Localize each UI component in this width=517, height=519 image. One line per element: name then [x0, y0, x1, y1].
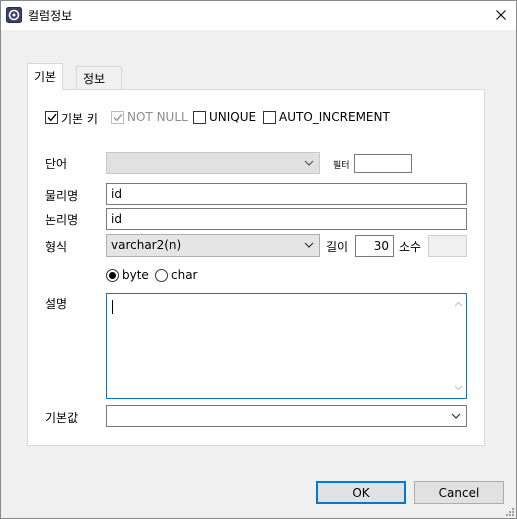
physical-name-input[interactable]: id — [106, 183, 467, 205]
scroll-up-icon[interactable] — [454, 300, 463, 309]
chevron-down-icon — [451, 413, 461, 419]
title-bar — [0, 0, 517, 30]
byte-radio[interactable] — [106, 269, 119, 282]
check-icon — [113, 113, 123, 122]
radio-selected-dot — [109, 272, 116, 279]
close-button[interactable] — [484, 0, 517, 30]
tab-basic[interactable]: 기본 — [27, 63, 64, 90]
scale-input — [428, 235, 467, 257]
primary-key-label: 기본 키 — [61, 112, 98, 126]
not-null-checkbox — [111, 111, 124, 124]
close-icon — [495, 10, 506, 20]
text-cursor — [112, 300, 113, 314]
description-label: 설명 — [45, 297, 68, 311]
ok-button[interactable]: OK — [316, 481, 406, 504]
word-select — [106, 152, 320, 174]
not-null-label: NOT NULL — [127, 110, 188, 124]
unique-checkbox[interactable] — [193, 111, 206, 124]
type-label: 형식 — [45, 240, 68, 254]
cancel-button[interactable]: Cancel — [414, 481, 504, 504]
default-value-select[interactable] — [106, 405, 467, 427]
auto-increment-checkbox[interactable] — [263, 111, 276, 124]
char-label: char — [171, 268, 198, 282]
length-input[interactable]: 30 — [355, 235, 394, 257]
default-value-label: 기본값 — [45, 411, 79, 425]
auto-increment-label: AUTO_INCREMENT — [279, 110, 390, 124]
scale-label: 소수 — [399, 240, 422, 254]
chevron-down-icon — [304, 242, 314, 248]
length-label: 길이 — [326, 240, 349, 254]
tab-info[interactable]: 정보 — [76, 66, 122, 89]
byte-label: byte — [122, 268, 149, 282]
description-textarea[interactable] — [106, 293, 467, 399]
logical-name-input[interactable]: id — [106, 208, 467, 230]
logical-name-label: 논리명 — [45, 213, 79, 227]
physical-name-label: 물리명 — [45, 189, 79, 203]
chevron-down-icon — [304, 160, 314, 166]
check-icon — [47, 113, 57, 122]
app-icon — [6, 7, 22, 23]
resize-grip-icon[interactable] — [505, 507, 515, 517]
unique-label: UNIQUE — [209, 110, 257, 124]
type-select[interactable]: varchar2(n) — [106, 234, 320, 257]
char-radio[interactable] — [155, 269, 168, 282]
scroll-down-icon[interactable] — [454, 383, 463, 392]
filter-input[interactable] — [354, 154, 412, 173]
type-select-value: varchar2(n) — [111, 238, 182, 252]
window-title: 컬럼정보 — [28, 9, 73, 23]
filter-label: 필터 — [333, 161, 350, 171]
word-label: 단어 — [45, 157, 68, 171]
primary-key-checkbox[interactable] — [45, 111, 58, 124]
